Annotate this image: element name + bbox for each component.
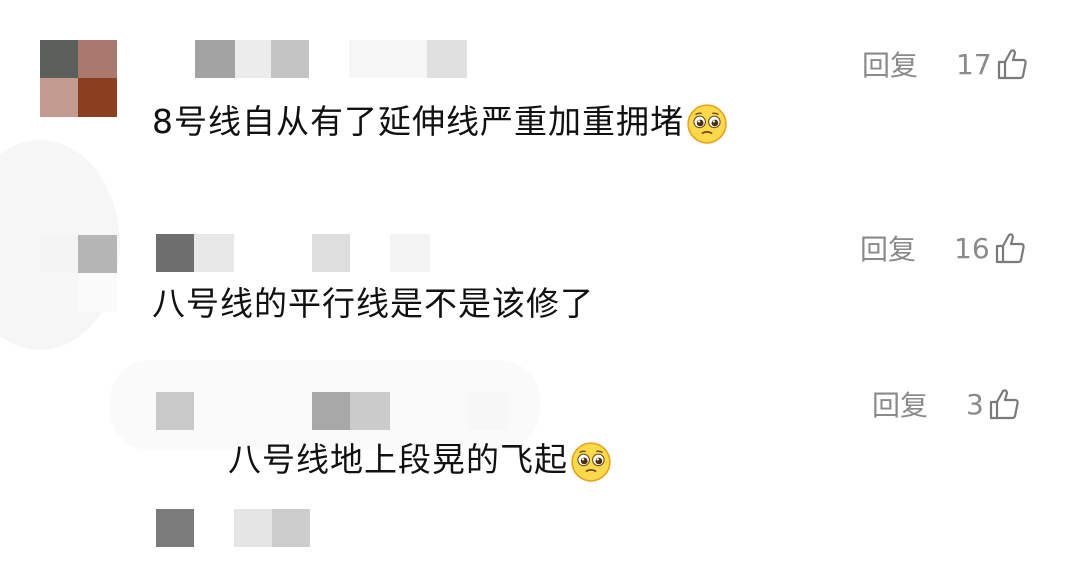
like-count: 17	[956, 47, 992, 81]
comment-body: 八号线的平行线是不是该修了	[152, 284, 594, 323]
username[interactable]	[156, 392, 516, 430]
comment-body: 8号线自从有了延伸线严重加重拥堵	[152, 102, 684, 141]
thumbs-up-icon	[995, 233, 1025, 264]
thumbs-up-icon	[989, 389, 1019, 420]
reply-button[interactable]: 回复	[872, 384, 928, 424]
pleading-face-emoji-icon	[571, 441, 611, 482]
reply-button[interactable]: 回复	[862, 44, 918, 84]
like-count: 16	[954, 231, 990, 265]
like-button[interactable]: 16	[954, 231, 1026, 265]
comment-actions: 回复 3	[872, 384, 1020, 424]
comment-text: 八号线地上段晃的飞起	[228, 440, 612, 483]
like-count: 3	[966, 387, 984, 421]
like-button[interactable]: 17	[956, 47, 1028, 81]
comment-text: 8号线自从有了延伸线严重加重拥堵	[152, 102, 728, 145]
avatar[interactable]	[40, 40, 117, 117]
username[interactable]	[195, 40, 485, 78]
pleading-face-emoji-icon	[687, 103, 727, 144]
comment-text: 八号线的平行线是不是该修了	[152, 284, 594, 324]
like-button[interactable]: 3	[966, 387, 1020, 421]
comment-actions: 回复 16	[860, 228, 1026, 268]
username[interactable]	[156, 509, 316, 547]
comment-actions: 回复 17	[862, 44, 1028, 84]
thumbs-up-icon	[997, 49, 1027, 80]
avatar[interactable]	[40, 235, 117, 312]
reply-button[interactable]: 回复	[860, 228, 916, 268]
username[interactable]	[156, 234, 456, 272]
comment-body: 八号线地上段晃的飞起	[228, 440, 568, 479]
